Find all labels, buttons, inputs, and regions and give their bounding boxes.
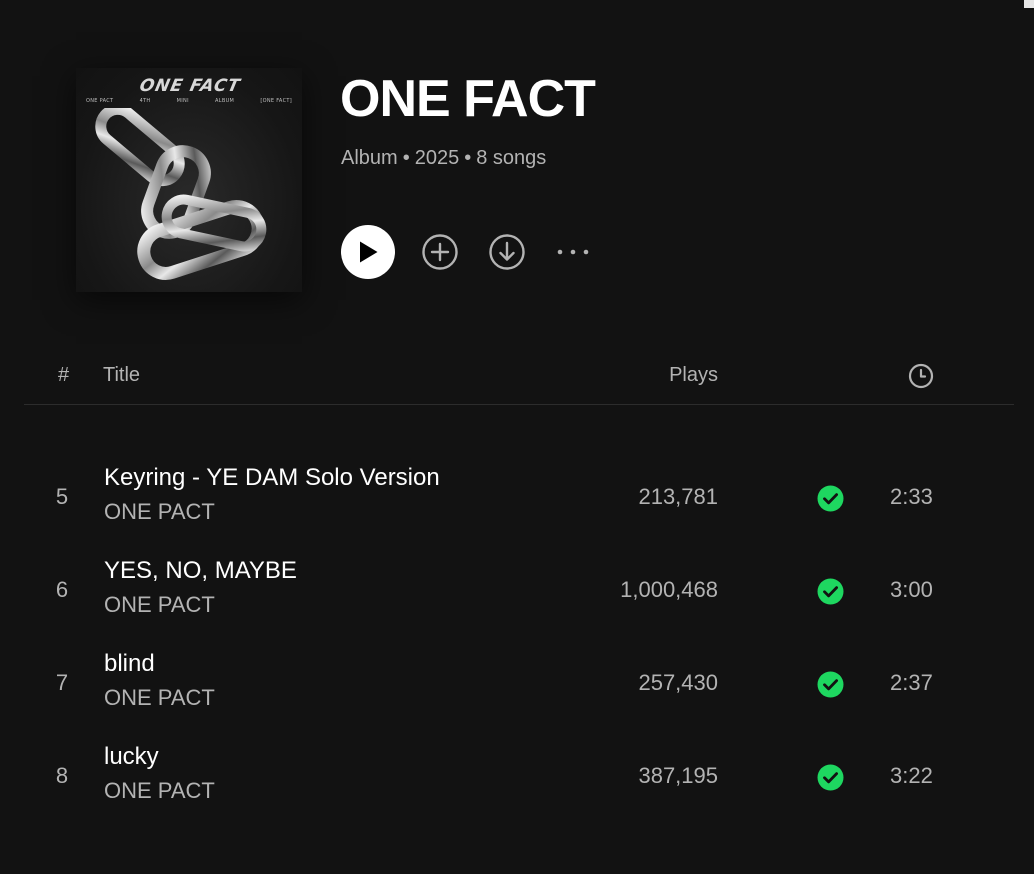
track-title[interactable]: YES, NO, MAYBE <box>104 557 297 585</box>
cover-sub-label: 4TH <box>139 98 151 104</box>
header-divider <box>24 404 1014 405</box>
track-plays: 387,195 <box>638 763 718 788</box>
album-year: 2025 <box>414 147 460 169</box>
download-button[interactable] <box>488 233 526 271</box>
saved-check-icon[interactable] <box>817 485 844 512</box>
track-title[interactable]: blind <box>104 650 155 678</box>
track-number: 5 <box>55 484 69 509</box>
album-page: ONE FACT ONE PACT 4TH MINI ALBUM [ONE FA… <box>0 0 1034 874</box>
track-number: 8 <box>55 763 69 788</box>
meta-separator: • <box>464 147 472 169</box>
track-row[interactable]: 7 blind ONE PACT 257,430 2:37 <box>0 644 1034 737</box>
track-row[interactable]: 8 lucky ONE PACT 387,195 3:22 <box>0 737 1034 830</box>
saved-check-icon[interactable] <box>817 764 844 791</box>
album-meta: Album • 2025 • 8 songs <box>341 147 546 170</box>
track-row[interactable]: 5 Keyring - YE DAM Solo Version ONE PACT… <box>0 458 1034 551</box>
album-song-count: 8 songs <box>476 147 547 169</box>
more-options-button[interactable] <box>553 233 593 271</box>
play-icon <box>360 241 378 263</box>
track-duration: 3:00 <box>890 577 933 602</box>
album-cover: ONE FACT ONE PACT 4TH MINI ALBUM [ONE FA… <box>76 68 302 292</box>
add-circle-icon <box>422 234 458 270</box>
add-to-library-button[interactable] <box>421 233 459 271</box>
track-plays: 1,000,468 <box>620 577 718 602</box>
track-artist[interactable]: ONE PACT <box>104 499 215 525</box>
cover-sub-label: ONE PACT <box>86 98 114 104</box>
more-options-icon <box>557 249 589 255</box>
cover-sub-label: ALBUM <box>215 98 235 104</box>
track-plays: 213,781 <box>638 484 718 509</box>
download-icon <box>489 234 525 270</box>
cover-sub-label: [ONE FACT] <box>260 98 292 104</box>
track-number: 7 <box>55 670 69 695</box>
column-header-duration <box>908 363 934 396</box>
track-duration: 2:37 <box>890 670 933 695</box>
scrollbar-thumb[interactable] <box>1024 0 1034 8</box>
meta-separator: • <box>402 147 410 169</box>
track-artist[interactable]: ONE PACT <box>104 592 215 618</box>
chain-links-artwork <box>95 108 267 280</box>
track-artist[interactable]: ONE PACT <box>104 778 215 804</box>
saved-check-icon[interactable] <box>817 578 844 605</box>
play-button[interactable] <box>341 225 395 279</box>
track-title[interactable]: Keyring - YE DAM Solo Version <box>104 464 440 492</box>
cover-sub-labels: ONE PACT 4TH MINI ALBUM [ONE FACT] <box>86 98 292 104</box>
clock-icon <box>908 363 934 389</box>
track-number: 6 <box>55 577 69 602</box>
track-duration: 3:22 <box>890 763 933 788</box>
track-row[interactable]: 6 YES, NO, MAYBE ONE PACT 1,000,468 3:00 <box>0 551 1034 644</box>
track-title[interactable]: lucky <box>104 743 159 771</box>
cover-title-art: ONE FACT <box>137 76 243 96</box>
saved-check-icon[interactable] <box>817 671 844 698</box>
track-artist[interactable]: ONE PACT <box>104 685 215 711</box>
track-duration: 2:33 <box>890 484 933 509</box>
column-header-number: # <box>58 364 70 386</box>
cover-sub-label: MINI <box>176 98 189 104</box>
track-plays: 257,430 <box>638 670 718 695</box>
album-title: ONE FACT <box>340 70 596 128</box>
column-header-plays: Plays <box>669 364 718 386</box>
album-type: Album <box>341 147 398 169</box>
column-header-title: Title <box>103 364 141 386</box>
